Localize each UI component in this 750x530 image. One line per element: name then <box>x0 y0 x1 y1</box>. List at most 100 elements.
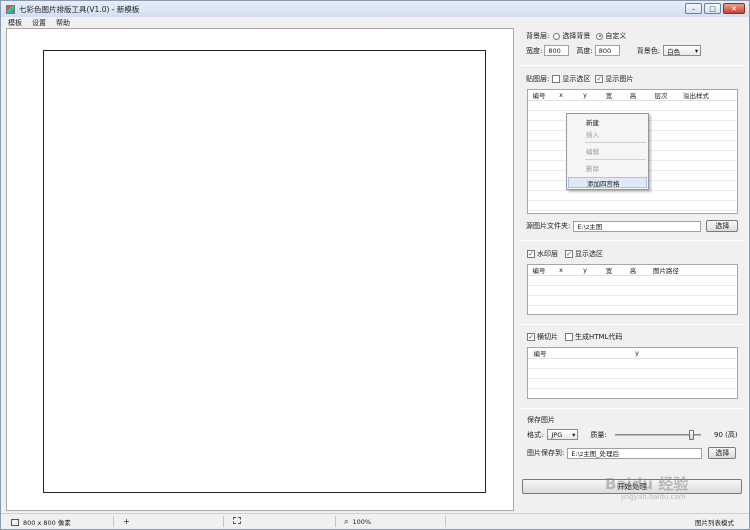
save-to-row: 图片保存到: E:\z主图_处理后 选择 <box>527 447 737 459</box>
watermark-table-body[interactable] <box>528 276 737 314</box>
slice-table-body[interactable] <box>528 359 737 398</box>
watermark-layer-table[interactable]: 编号 x y 宽 高 图片路径 <box>527 264 738 315</box>
status-zoom: 100% <box>352 518 372 526</box>
paste-show-selection-label[interactable]: 显示选区 <box>562 74 590 84</box>
status-bar: 800 x 800 像素 + ⌕ 100% 图片列表模式 <box>1 513 749 529</box>
ctx-insert[interactable]: 插入 <box>568 128 647 139</box>
paste-show-image-checkbox[interactable]: ✓ <box>595 75 604 83</box>
save-to-choose-button[interactable]: 选择 <box>708 447 737 459</box>
quality-slider-thumb[interactable] <box>689 430 695 440</box>
canvas-area[interactable] <box>6 28 514 511</box>
col-header[interactable]: x <box>550 91 572 99</box>
bg-color-select[interactable]: 白色 ▾ <box>663 45 702 56</box>
bg-color-label: 背景色: <box>636 46 661 55</box>
title-bar: 七彩色图片排版工具(V1.0) - 新模板 – □ ✕ <box>1 1 749 17</box>
width-input[interactable]: 800 <box>544 45 570 56</box>
source-folder-row: 源图片文件夹: E:\z主图 选择 <box>526 220 739 232</box>
radio-select-background[interactable] <box>553 32 561 40</box>
menu-template[interactable]: 模板 <box>8 18 22 28</box>
format-row: 格式: JPG ▾ 质量: <box>527 429 607 440</box>
col-header[interactable]: y <box>572 266 598 274</box>
width-label: 宽度: <box>526 46 543 55</box>
watermark-table-header: 编号 x y 宽 高 图片路径 <box>528 265 737 276</box>
menu-help[interactable]: 帮助 <box>56 18 70 28</box>
radio-custom[interactable] <box>596 32 604 40</box>
format-select[interactable]: JPG ▾ <box>547 429 579 440</box>
col-header[interactable]: 宽 <box>598 90 620 100</box>
close-button[interactable]: ✕ <box>723 3 745 14</box>
generate-html-checkbox[interactable] <box>565 333 573 341</box>
ctx-edit[interactable]: 编辑 <box>568 145 647 156</box>
radio-custom-label[interactable]: 自定义 <box>605 31 626 41</box>
paste-show-image-label[interactable]: 显示图片 <box>605 74 633 84</box>
watermark-layer-checkbox[interactable]: ✓ <box>527 250 535 258</box>
status-divider <box>335 516 336 527</box>
ctx-separator <box>585 142 646 143</box>
ctx-new[interactable]: 新建 <box>568 116 647 127</box>
format-value: JPG <box>551 430 563 439</box>
maximize-button[interactable]: □ <box>704 3 721 14</box>
col-header[interactable]: 高 <box>620 265 646 275</box>
status-size: 800 x 800 像素 <box>23 519 71 527</box>
menu-bar: 模板 设置 帮助 <box>1 17 749 28</box>
height-label: 高度: <box>576 46 593 55</box>
status-cursor-cell: + <box>123 517 130 526</box>
crosshair-icon: + <box>123 517 130 526</box>
paste-table-header: 编号 x y 宽 高 层次 溢出样式 <box>528 90 737 101</box>
dropdown-arrow-icon: ▾ <box>572 430 576 439</box>
slice-checkbox[interactable]: ✓ <box>527 333 535 341</box>
status-size-cell: 800 x 800 像素 <box>11 517 71 527</box>
source-folder-choose-button[interactable]: 选择 <box>706 220 739 232</box>
watermark-layer-row: ✓ 水印层 ✓ 显示选区 <box>527 249 603 259</box>
bg-color-value: 白色 <box>667 47 681 56</box>
radio-select-background-label[interactable]: 选择背景 <box>562 31 590 41</box>
baidu-watermark-url: jingyan.baidu.com <box>621 493 686 501</box>
window-controls: – □ ✕ <box>685 3 745 14</box>
paste-show-selection-checkbox[interactable] <box>552 75 561 83</box>
menu-settings[interactable]: 设置 <box>32 18 46 28</box>
canvas-page[interactable] <box>43 50 486 493</box>
save-to-input[interactable]: E:\z主图_处理后 <box>567 447 703 459</box>
window-title: 七彩色图片排版工具(V1.0) - 新模板 <box>19 4 140 14</box>
status-divider <box>445 516 446 527</box>
ctx-separator <box>585 159 646 160</box>
minimize-button[interactable]: – <box>685 3 702 14</box>
status-divider <box>113 516 114 527</box>
divider <box>520 324 744 325</box>
col-header[interactable]: 编号 <box>528 90 550 100</box>
col-header[interactable]: 图片路径 <box>646 265 686 275</box>
watermark-layer-label[interactable]: 水印层 <box>537 249 558 259</box>
generate-html-label[interactable]: 生成HTML代码 <box>575 332 622 342</box>
slice-row: ✓ 横切片 生成HTML代码 <box>527 332 622 342</box>
source-folder-input[interactable]: E:\z主图 <box>573 220 702 232</box>
ctx-delete[interactable]: 删除 <box>568 162 647 173</box>
paste-layer-label: 贴图层: <box>526 75 550 83</box>
slice-table[interactable]: 编号 y <box>527 347 738 399</box>
context-menu: 新建 插入 编辑 删除 添加四宫格 <box>566 113 649 190</box>
slice-label[interactable]: 横切片 <box>537 332 558 342</box>
zoom-icon: ⌕ <box>344 517 349 526</box>
col-header[interactable]: 宽 <box>598 265 620 275</box>
col-header[interactable]: 溢出样式 <box>676 90 716 100</box>
height-input[interactable]: 800 <box>594 45 620 56</box>
col-header[interactable]: 编号 <box>528 265 550 275</box>
ctx-add-four-grid[interactable]: 添加四宫格 <box>568 177 647 188</box>
selection-icon <box>233 517 241 524</box>
status-divider <box>223 516 224 527</box>
col-header[interactable]: y <box>552 349 722 357</box>
col-header[interactable]: 高 <box>620 90 646 100</box>
quality-slider-track[interactable] <box>615 434 701 436</box>
background-layer-row: 背景层: 选择背景 自定义 <box>526 31 626 41</box>
watermark-show-selection-label[interactable]: 显示选区 <box>575 249 603 259</box>
col-header[interactable]: x <box>550 266 572 274</box>
dropdown-arrow-icon: ▾ <box>694 46 699 55</box>
status-selection-cell <box>233 517 241 524</box>
col-header[interactable]: 编号 <box>528 348 552 358</box>
settings-panel: 背景层: 选择背景 自定义 宽度: 800 高度: 800 背景色: 白色 ▾ … <box>520 28 744 511</box>
status-mode-cell: 图片列表模式 <box>695 517 734 527</box>
watermark-show-selection-checkbox[interactable]: ✓ <box>565 250 573 258</box>
status-zoom-cell: ⌕ 100% <box>344 517 371 527</box>
col-header[interactable]: y <box>572 91 598 99</box>
divider <box>520 408 744 409</box>
col-header[interactable]: 层次 <box>646 90 676 100</box>
